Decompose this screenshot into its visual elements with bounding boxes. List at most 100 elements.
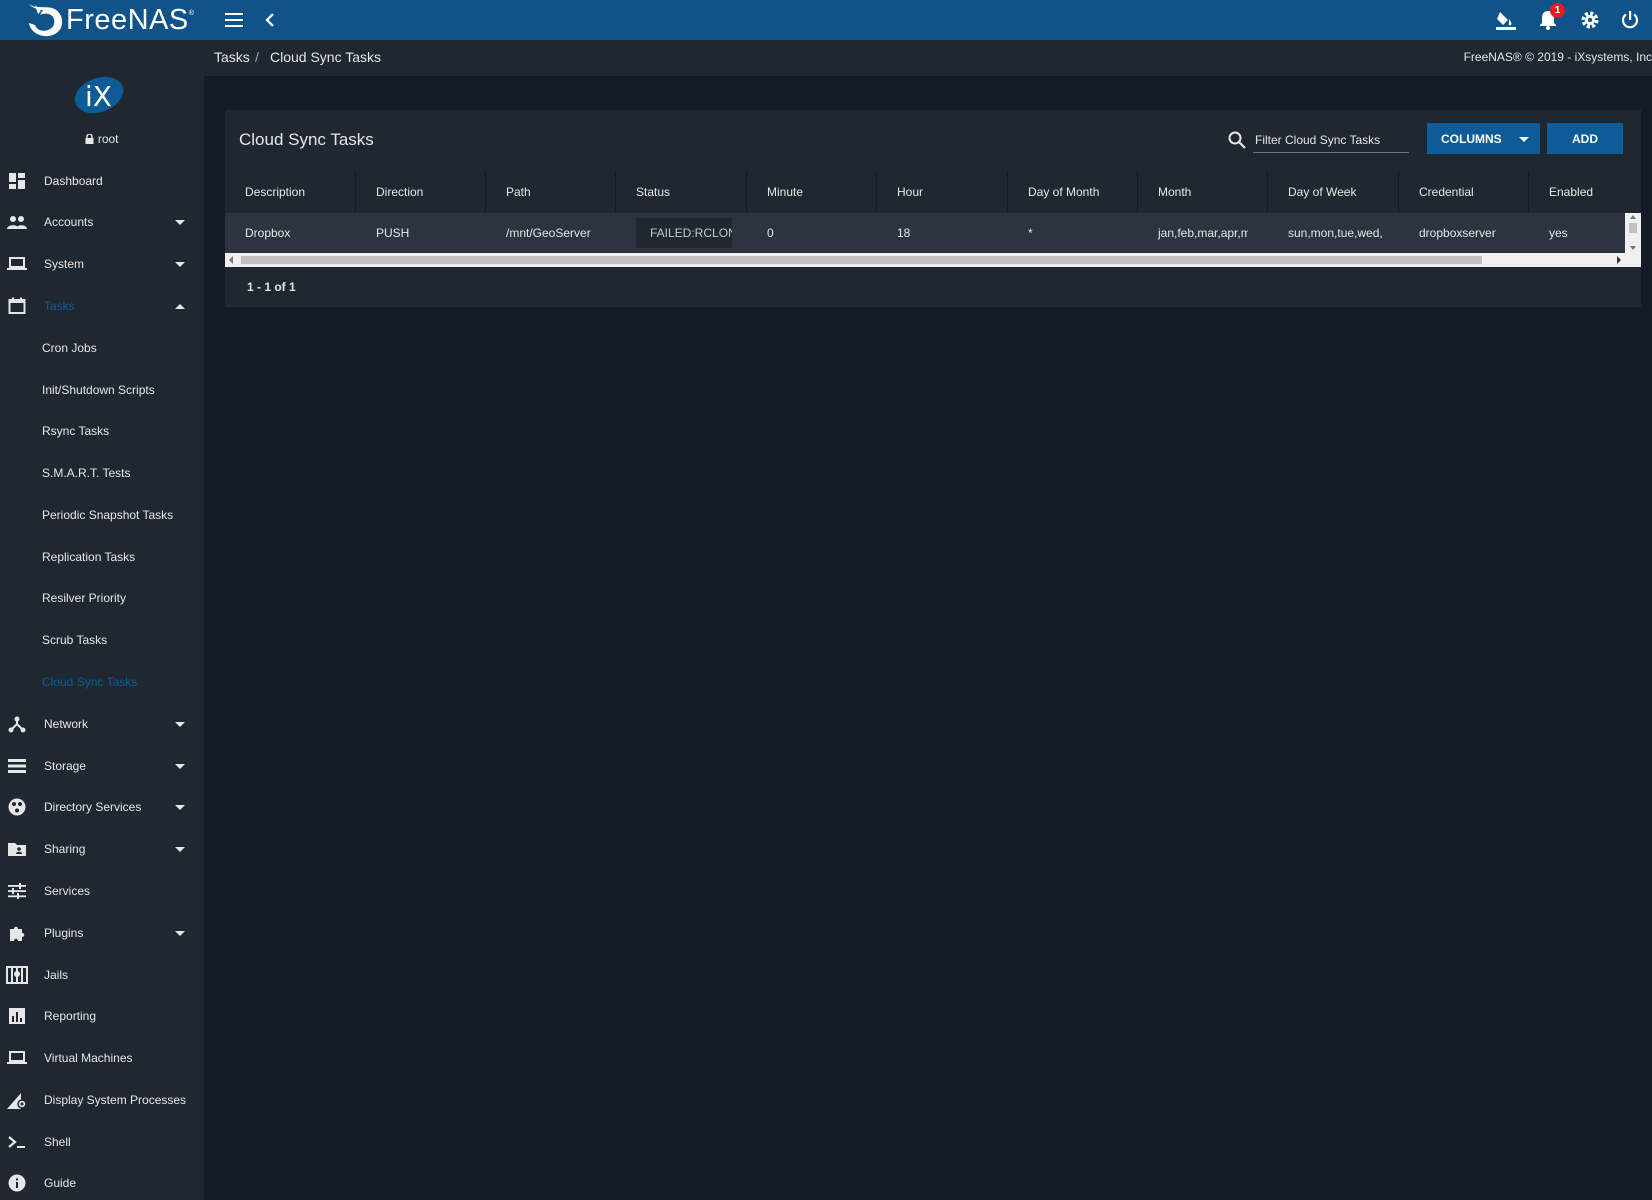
sidebar-item-display-system-processes[interactable]: Display System Processes [0, 1079, 204, 1121]
column-header-direction[interactable]: Direction [356, 171, 486, 213]
sidebar-item-rsync-tasks[interactable]: Rsync Tasks [0, 410, 204, 452]
column-header-month[interactable]: Month [1138, 171, 1268, 213]
chevron-down-icon [175, 261, 185, 267]
theme-bucket-icon[interactable] [1494, 8, 1518, 32]
table-row[interactable]: Dropbox PUSH /mnt/GeoServer FAILED:RCLON… [225, 213, 1625, 253]
chevron-up-icon [175, 303, 185, 309]
scrollbar-thumb[interactable] [241, 256, 1482, 264]
network-icon [6, 713, 28, 735]
top-bar: FreeNAS® 1 [0, 0, 1652, 40]
gear-icon[interactable] [1578, 8, 1602, 32]
sidebar-item-tasks[interactable]: Tasks [0, 285, 204, 327]
column-header-path[interactable]: Path [486, 171, 616, 213]
notifications-button[interactable]: 1 [1536, 3, 1565, 32]
vertical-scrollbar[interactable] [1625, 213, 1641, 253]
sidebar-item-plugins[interactable]: Plugins [0, 912, 204, 954]
column-header-credential[interactable]: Credential [1399, 171, 1529, 213]
sidebar-item-init-shutdown-scripts[interactable]: Init/Shutdown Scripts [0, 369, 204, 411]
people-icon [6, 211, 28, 233]
columns-button[interactable]: COLUMNS [1427, 123, 1540, 154]
cell-day-of-week: sun,mon,tue,wed, [1288, 226, 1383, 240]
chevron-down-icon [175, 219, 185, 225]
info-icon [6, 1172, 28, 1194]
breadcrumb-tasks-link[interactable]: Tasks [214, 49, 250, 65]
sidebar-item-cron-jobs[interactable]: Cron Jobs [0, 327, 204, 369]
sidebar-item-label: Virtual Machines [44, 1051, 133, 1065]
cloud-sync-tasks-card: Cloud Sync Tasks Filter Cloud Sync Tasks… [225, 110, 1641, 307]
sidebar-item-label: Scrub Tasks [42, 633, 108, 647]
sidebar-item-label: Directory Services [44, 800, 142, 814]
chevron-down-icon [175, 763, 185, 769]
sidebar-item-cloud-sync-tasks[interactable]: Cloud Sync Tasks [0, 661, 204, 703]
scroll-left-icon[interactable] [228, 256, 234, 264]
sidebar-item-storage[interactable]: Storage [0, 745, 204, 787]
scroll-right-icon[interactable] [1616, 256, 1622, 264]
sidebar-item-accounts[interactable]: Accounts [0, 201, 204, 243]
sidebar-item-label: Shell [44, 1135, 71, 1149]
sidebar-item-reporting[interactable]: Reporting [0, 995, 204, 1037]
cell-enabled: yes [1549, 226, 1568, 240]
column-header-hour[interactable]: Hour [877, 171, 1008, 213]
cell-day-of-month: * [1028, 226, 1033, 240]
sidebar-item-sharing[interactable]: Sharing [0, 828, 204, 870]
column-header-day-of-week[interactable]: Day of Week [1268, 171, 1399, 213]
bar-chart-icon [6, 1005, 28, 1027]
sidebar-item-resilver-priority[interactable]: Resilver Priority [0, 577, 204, 619]
horizontal-scrollbar[interactable] [225, 253, 1641, 267]
terminal-icon [6, 1131, 28, 1153]
sidebar-item-replication-tasks[interactable]: Replication Tasks [0, 536, 204, 578]
status-badge[interactable]: FAILED:RCLONE [636, 218, 732, 248]
column-header-day-of-month[interactable]: Day of Month [1008, 171, 1138, 213]
sidebar-item-label: Tasks [44, 299, 75, 313]
cell-path: /mnt/GeoServer [506, 226, 591, 240]
laptop-icon [6, 253, 28, 275]
cell-direction: PUSH [376, 226, 410, 240]
cell-minute: 0 [767, 226, 774, 240]
sidebar-item-label: Network [44, 717, 89, 731]
puzzle-icon [6, 922, 28, 944]
sidebar-item-shell[interactable]: Shell [0, 1121, 204, 1163]
page-title: Cloud Sync Tasks [239, 130, 374, 149]
sidebar-item-network[interactable]: Network [0, 703, 204, 745]
copyright-text: FreeNAS® © 2019 - iXsystems, Inc [1463, 50, 1652, 64]
sidebar-item-services[interactable]: Services [0, 870, 204, 912]
sidebar-item-label: Jails [44, 968, 69, 982]
column-header-enabled[interactable]: Enabled [1529, 171, 1641, 213]
sidebar-item-label: System [44, 257, 85, 271]
ix-avatar: iX [74, 76, 124, 114]
sliders-icon [6, 880, 28, 902]
search-icon [1228, 131, 1246, 149]
power-icon[interactable] [1618, 8, 1642, 32]
sidebar-item-label: Replication Tasks [42, 550, 136, 564]
column-header-description[interactable]: Description [225, 171, 356, 213]
freenas-shark-icon [28, 4, 63, 37]
jail-icon [6, 964, 28, 986]
breadcrumb-current: Cloud Sync Tasks [270, 49, 382, 65]
filter-input[interactable]: Filter Cloud Sync Tasks [1253, 123, 1409, 153]
sidebar-item-guide[interactable]: Guide [0, 1162, 204, 1200]
menu-icon[interactable] [222, 8, 246, 32]
sidebar-item-periodic-snapshot-tasks[interactable]: Periodic Snapshot Tasks [0, 494, 204, 536]
username: root [97, 132, 119, 146]
calendar-icon [6, 295, 28, 317]
chevron-down-icon [1519, 137, 1529, 142]
column-header-minute[interactable]: Minute [747, 171, 877, 213]
sidebar-item-directory-services[interactable]: Directory Services [0, 786, 204, 828]
sidebar-item-smart-tests[interactable]: S.M.A.R.T. Tests [0, 452, 204, 494]
sidebar-item-system[interactable]: System [0, 243, 204, 285]
sidebar-item-scrub-tasks[interactable]: Scrub Tasks [0, 619, 204, 661]
sidebar-item-virtual-machines[interactable]: Virtual Machines [0, 1037, 204, 1079]
sidebar-item-dashboard[interactable]: Dashboard [0, 160, 204, 202]
freenas-logo[interactable]: FreeNAS® [22, 0, 194, 40]
chevron-down-icon [175, 804, 185, 810]
lock-icon [85, 133, 94, 144]
column-header-status[interactable]: Status [616, 171, 747, 213]
sidebar-item-jails[interactable]: Jails [0, 954, 204, 996]
back-arrow-icon[interactable] [258, 8, 282, 32]
add-button[interactable]: ADD [1547, 123, 1623, 154]
processes-icon [6, 1089, 28, 1111]
directory-icon [6, 796, 28, 818]
chevron-down-icon [175, 846, 185, 852]
storage-icon [6, 755, 28, 777]
sidebar-item-label: Resilver Priority [42, 591, 127, 605]
